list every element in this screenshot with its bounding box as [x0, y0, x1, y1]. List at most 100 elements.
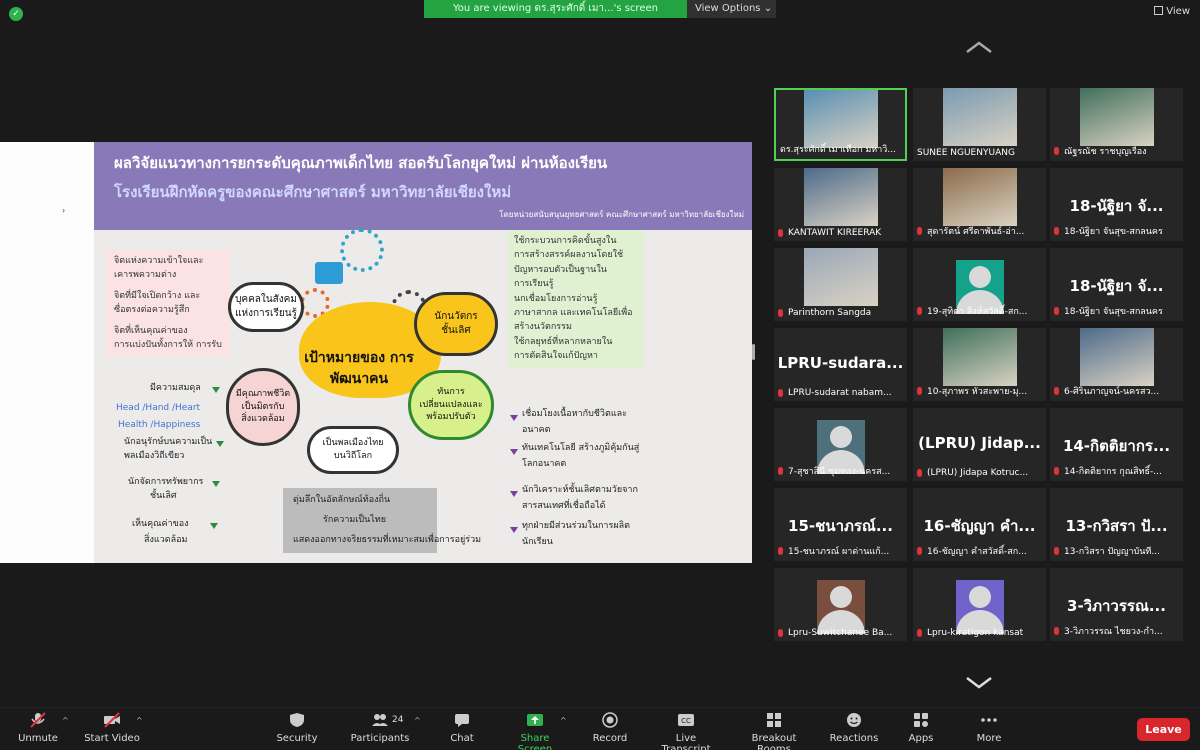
- participant-video: [1079, 88, 1154, 146]
- participant-tile[interactable]: 7-สุชาสินี ชุมทอง-นครส...: [774, 408, 907, 481]
- green-line: การสร้างสรรค์ผลงานโดยใช้: [514, 250, 624, 261]
- split-handle[interactable]: [752, 344, 755, 360]
- participant-tile[interactable]: ณัฐรณัช ราชบุญเรือง: [1050, 88, 1183, 161]
- encryption-shield-icon[interactable]: ✓: [9, 7, 23, 21]
- participant-name-label: (LPRU) Jidapa Kotruc...: [917, 468, 1044, 478]
- more-label: More: [976, 733, 1002, 744]
- participant-tile[interactable]: LPRU-sudara... LPRU-sudarat nabam...: [774, 328, 907, 401]
- muted-mic-icon: [778, 389, 783, 397]
- participant-tile[interactable]: Lpru-kiratigon kansat: [913, 568, 1046, 641]
- participants-caret-icon[interactable]: ^: [414, 716, 421, 725]
- gray-line: แสดงออกทางจริยธรรมที่เหมาะสมเพื่อการอยู่…: [293, 534, 482, 545]
- start-video-button[interactable]: Start Video: [84, 712, 140, 744]
- book-icon: [315, 262, 343, 284]
- right-item: นักเรียน: [522, 537, 553, 547]
- grid-icon: [1154, 6, 1164, 15]
- muted-mic-icon: [917, 469, 922, 477]
- green-line: การเรียนรู้: [514, 279, 554, 290]
- chevron-up-icon[interactable]: [965, 40, 993, 54]
- triangle-bullet-icon: [510, 449, 518, 455]
- participant-tile[interactable]: 14-กิตติยากร... 14-กิตติยากร กุณสิทธิ์-..…: [1050, 408, 1183, 481]
- green-line: สร้างนวัตกรรม: [514, 322, 572, 333]
- participant-name-label: LPRU-sudarat nabam...: [778, 388, 905, 398]
- chevron-down-icon: ⌄: [763, 3, 773, 14]
- participant-tile[interactable]: 18-นัฐิยา จั... 18-นัฐิยา จันสุข-สกลนคร: [1050, 168, 1183, 241]
- participants-label: Participants: [350, 733, 410, 744]
- pink-line: ซื่อตรงต่อความรู้สึก: [114, 305, 190, 316]
- share-caret-icon[interactable]: ^: [560, 716, 567, 725]
- participant-video: [1079, 328, 1154, 386]
- participant-tile[interactable]: KANTAWIT KIREERAK: [774, 168, 907, 241]
- participant-display-name: 3-วิภาวรรณ...: [1067, 597, 1166, 615]
- right-item: ทันเทคโนโลยี สร้างภูมิคุ้มกันสู่: [522, 443, 640, 453]
- svg-text:CC: CC: [681, 717, 691, 725]
- chat-icon: [455, 714, 469, 727]
- participant-tile[interactable]: 10-สุภาพร หัวสะพาย-มุ...: [913, 328, 1046, 401]
- view-button[interactable]: View: [1154, 6, 1190, 17]
- security-button[interactable]: Security: [274, 712, 320, 744]
- participant-tile[interactable]: สุดารัตน์ ศรีดาพันธ์-อ่า...: [913, 168, 1046, 241]
- live-transcript-button[interactable]: CC Live Transcript: [650, 712, 722, 750]
- pink-line: การแบ่งปันทั้งการให้ การรับ: [114, 339, 222, 350]
- breakout-rooms-button[interactable]: Breakout Rooms: [734, 712, 814, 750]
- participant-tile[interactable]: 16-ชัญญา คำ... 16-ชัญญา คำสวัสดิ์-สก...: [913, 488, 1046, 561]
- apps-label: Apps: [908, 733, 934, 744]
- participant-display-name: (LPRU) Jidap...: [918, 434, 1041, 452]
- cloud-quality-life: มีคุณภาพชีวิต เป็นมิตรกับ สิ่งแวดล้อม: [226, 368, 300, 446]
- participant-tile[interactable]: 18-นัฐิยา จั... 18-นัฐิยา จันสุข-สกลนคร: [1050, 248, 1183, 321]
- more-button[interactable]: More: [972, 712, 1006, 744]
- participant-video: [803, 168, 878, 226]
- chevron-down-icon[interactable]: [965, 676, 993, 690]
- cc-icon: CC: [678, 714, 694, 726]
- muted-mic-icon: [1054, 147, 1059, 155]
- chat-button[interactable]: Chat: [446, 712, 478, 744]
- participant-name: ดร.สุระศักดิ์ เมาเทือก มหาวิ...: [780, 145, 896, 155]
- apps-button[interactable]: Apps: [904, 712, 938, 744]
- pink-box: จิตแห่งความเข้าใจและ เคารพความต่าง จิตที…: [106, 250, 230, 357]
- breakout-rooms-label: Breakout Rooms: [751, 733, 797, 750]
- muted-mic-icon: [917, 227, 922, 235]
- reactions-button[interactable]: Reactions: [828, 712, 880, 744]
- participant-display-name: LPRU-sudara...: [777, 354, 904, 372]
- participant-name: ณัฐรณัช ราชบุญเรือง: [1064, 147, 1147, 157]
- participant-video: [942, 88, 1017, 146]
- muted-mic-icon: [778, 629, 783, 637]
- muted-mic-icon: [1054, 227, 1059, 235]
- screen-share-banner: You are viewing ดร.สุระศักดิ์ เมา...'s s…: [424, 0, 776, 18]
- green-citizen-line1: นักอนุรักษ์บนความเป็น: [124, 437, 213, 447]
- participant-tile[interactable]: 15-ชนาภรณ์... 15-ชนาภรณ์ ผาด่านแก้...: [774, 488, 907, 561]
- participant-tile[interactable]: 3-วิภาวรรณ... 3-วิภาวรรณ ไชยวง-กำ...: [1050, 568, 1183, 641]
- participant-tile[interactable]: 13-กวิสรา ปั... 13-กวิสรา ปัญญาบันที...: [1050, 488, 1183, 561]
- participant-name-label: Lpru-Suwitchanee Ba...: [778, 628, 905, 638]
- cloud-thai-citizen: เป็นพลเมืองไทย บนวิถีโลก: [307, 426, 399, 474]
- participant-tile[interactable]: SUNEE NGUENYUANG: [913, 88, 1046, 161]
- muted-mic-icon: [917, 387, 922, 395]
- leave-button[interactable]: Leave: [1137, 718, 1190, 741]
- default-avatar-icon: [816, 420, 865, 474]
- participant-tile[interactable]: 19-สุทิตา สิงห์สวัสดิ์-สก...: [913, 248, 1046, 321]
- participant-tile[interactable]: Parinthorn Sangda: [774, 248, 907, 321]
- participant-name: (LPRU) Jidapa Kotruc...: [927, 468, 1029, 478]
- participant-tile[interactable]: Lpru-Suwitchanee Ba...: [774, 568, 907, 641]
- triangle-bullet-icon: [216, 441, 224, 447]
- participant-tile[interactable]: (LPRU) Jidap... (LPRU) Jidapa Kotruc...: [913, 408, 1046, 481]
- security-label: Security: [276, 733, 318, 744]
- gray-line: ดุ่มลึกในอัตลักษณ์ท้องถิ่น: [293, 495, 391, 505]
- share-screen-button[interactable]: Share Screen: [502, 712, 568, 750]
- video-options-caret-icon[interactable]: ^: [136, 716, 143, 725]
- hhh-line1: Head /Hand /Heart: [116, 403, 201, 413]
- live-transcript-label: Live Transcript: [661, 733, 711, 750]
- unmute-button[interactable]: Unmute: [14, 712, 62, 744]
- record-icon: [602, 712, 618, 728]
- avatar-head: [829, 426, 852, 448]
- audio-options-caret-icon[interactable]: ^: [62, 716, 69, 725]
- participant-tile[interactable]: ดร.สุระศักดิ์ เมาเทือก มหาวิ...: [774, 88, 907, 161]
- participant-name: KANTAWIT KIREERAK: [788, 228, 882, 238]
- record-button[interactable]: Record: [590, 712, 630, 744]
- participant-tile[interactable]: 6-ศิรินภาญจน์-นครสว...: [1050, 328, 1183, 401]
- participant-name: 16-ชัญญา คำสวัสดิ์-สก...: [927, 547, 1027, 557]
- view-options-button[interactable]: View Options ⌄: [687, 0, 776, 18]
- slide-banner: ผลวิจัยแนวทางการยกระดับคุณภาพเด็กไทย สอด…: [94, 142, 752, 230]
- participant-name-label: 18-นัฐิยา จันสุข-สกลนคร: [1054, 304, 1181, 318]
- breakout-rooms-icon: [767, 713, 781, 727]
